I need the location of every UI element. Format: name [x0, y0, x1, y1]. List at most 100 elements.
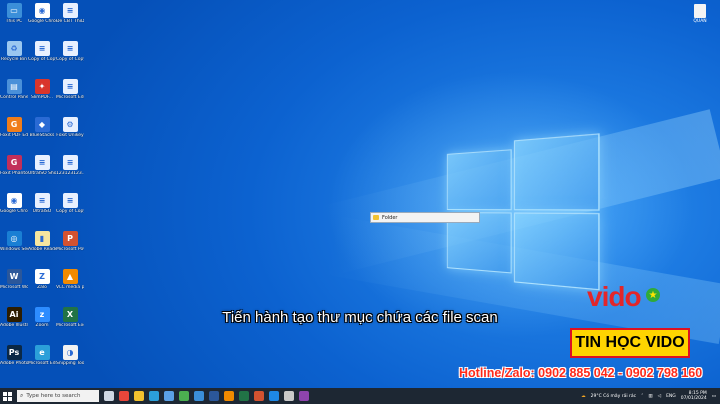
- chrome-taskbar-icon[interactable]: [119, 391, 129, 401]
- desktop-icon-label: Zalo: [37, 285, 47, 290]
- desktop-icon[interactable]: ≡Microsoft Edge...: [56, 79, 84, 109]
- folder-name-text: Folder: [382, 214, 398, 221]
- volume-icon[interactable]: ◁: [658, 394, 661, 399]
- desktop-icon[interactable]: eMicrosoft Edge: [28, 345, 56, 375]
- desktop-icon-quan[interactable]: QUAN: [688, 4, 712, 24]
- task-view-icon[interactable]: [104, 391, 114, 401]
- chrome-icon: ◉: [6, 193, 22, 208]
- desktop-icon-label: Microsoft Edge: [28, 361, 56, 366]
- desktop-icon[interactable]: PsAdobe Photoshop: [0, 345, 28, 375]
- foxit-icon: G: [6, 117, 22, 132]
- recycle-bin-icon: ♻: [6, 41, 22, 56]
- system-tray: ☁ 29°C Có mây rải rác ˄ ▥ ◁ ENG 8:15 PM …: [581, 388, 716, 404]
- desktop-icon-label: Foxit PhantomPDF: [0, 171, 28, 176]
- desktop-icon-label: Windows Security: [0, 247, 28, 252]
- edge-taskbar-icon-2[interactable]: [194, 391, 204, 401]
- taskbar-search-box[interactable]: ⌕ Type here to search: [17, 390, 99, 402]
- desktop-icon[interactable]: GFoxit PhantomPDF: [0, 155, 28, 185]
- desktop-icon[interactable]: ≡Copy of Copy of Ti...: [56, 193, 84, 223]
- desktop-icon[interactable]: ≡ 123123123...: [56, 155, 84, 185]
- security-icon: ◎: [6, 231, 22, 246]
- desktop-icon[interactable]: ▮Adobe Reader: [28, 231, 56, 261]
- document-icon: ≡: [62, 3, 78, 18]
- desktop-icon-label: Foxit Unikey: [56, 133, 84, 138]
- search-icon: ⌕: [20, 392, 24, 399]
- chevron-up-icon[interactable]: ˄: [641, 394, 643, 399]
- word-icon: W: [6, 269, 22, 284]
- desktop-icon-label: UltraISO Shortcut: [28, 171, 56, 176]
- desktop-icon[interactable]: ≡Copy of Copy of Ti...: [28, 41, 56, 71]
- weather-icon: ☁: [581, 393, 586, 399]
- chrome-taskbar-icon-2[interactable]: [179, 391, 189, 401]
- file-explorer-icon[interactable]: [134, 391, 144, 401]
- desktop-icon[interactable]: PMicrosoft PowerPoint: [56, 231, 84, 261]
- desktop-icon[interactable]: ▭ This PC: [2, 3, 26, 33]
- taskbar: ⌕ Type here to search ☁ 29°C Có mây rải …: [0, 388, 720, 404]
- desktop: ▭This PC◉Google Chrome≡Đề CBT ThiDL Nhân…: [0, 0, 720, 388]
- desktop-icon[interactable]: ⚙ Foxit Unikey: [56, 117, 84, 147]
- weather-text[interactable]: 29°C Có mây rải rác: [591, 394, 636, 399]
- powerpoint-taskbar-icon[interactable]: [254, 391, 264, 401]
- start-button[interactable]: [0, 388, 14, 404]
- desktop-icon-label: BlueStacks: [29, 133, 55, 138]
- store-icon[interactable]: [164, 391, 174, 401]
- document-icon: ≡: [34, 41, 50, 56]
- desktop-icon[interactable]: ▤ Control Panel: [0, 79, 28, 109]
- desktop-icon[interactable]: ◆ BlueStacks: [30, 117, 54, 147]
- desktop-icon-label: Microsoft PowerPoint: [56, 247, 84, 252]
- desktop-icon-label: Microsoft Word 2016: [0, 285, 28, 290]
- snipping-icon: ◑: [62, 345, 78, 360]
- document-icon: ≡: [62, 155, 78, 170]
- search-placeholder: Type here to search: [26, 393, 81, 399]
- document-icon: ≡: [62, 193, 78, 208]
- desktop-icon-label: This PC: [5, 19, 23, 24]
- desktop-icon[interactable]: ◉Google Chrome: [28, 3, 56, 33]
- desktop-icon[interactable]: ✦ SlimPDF...: [30, 79, 54, 109]
- desktop-icon-label: Adobe Photoshop: [0, 361, 28, 366]
- language-indicator[interactable]: ENG: [666, 394, 676, 399]
- desktop-icon[interactable]: ◑ Snipping Tool: [56, 345, 84, 375]
- desktop-icon-label: Copy of Copy of Ti...: [56, 209, 84, 214]
- desktop-icon-label: Google Chrome: [0, 209, 28, 214]
- desktop-icon[interactable]: ≡ UltraISO: [30, 193, 54, 223]
- desktop-icon[interactable]: ≡Đề CBT ThiDL Nhân: [56, 3, 84, 33]
- this-pc-icon: ▭: [6, 3, 22, 18]
- edge-taskbar-icon[interactable]: [149, 391, 159, 401]
- desktop-icon[interactable]: ◉Google Chrome: [0, 193, 28, 223]
- vlc-icon: ▲: [62, 269, 78, 284]
- vlc-taskbar-icon[interactable]: [224, 391, 234, 401]
- desktop-icon-label: Copy of Copy of Ti...: [56, 57, 84, 62]
- desktop-icon-label: SlimPDF...: [30, 95, 54, 100]
- desktop-icon[interactable]: GFoxit PDF Editor: [0, 117, 28, 147]
- desktop-icon-label: Foxit PDF Editor: [0, 133, 28, 138]
- powerpoint-icon: P: [62, 231, 78, 246]
- word-taskbar-icon[interactable]: [209, 391, 219, 401]
- notification-icon[interactable]: ▭: [712, 394, 716, 399]
- desktop-icon[interactable]: ≡UltraISO Shortcut: [28, 155, 56, 185]
- photoshop-icon: Ps: [6, 345, 22, 360]
- hotline-text: Hotline/Zalo: 0902 885 042 - 0902 798 16…: [459, 366, 703, 380]
- desktop-icon[interactable]: ◎Windows Security: [0, 231, 28, 261]
- document-icon: ≡: [34, 155, 50, 170]
- desktop-icon[interactable]: ▲VLC media player: [56, 269, 84, 299]
- desktop-icon[interactable]: ≡Copy of Copy of Ti...: [56, 41, 84, 71]
- pdf-app-icon: ✦: [34, 79, 50, 94]
- snipping-taskbar-icon[interactable]: [284, 391, 294, 401]
- clock[interactable]: 8:15 PM 07/01/2024: [681, 391, 707, 401]
- app-taskbar-icon[interactable]: [299, 391, 309, 401]
- desktop-icon[interactable]: WMicrosoft Word 2016: [0, 269, 28, 299]
- desktop-icon-label: Copy of Copy of Ti...: [28, 57, 56, 62]
- folder-icon: [373, 215, 379, 220]
- control-panel-icon: ▤: [6, 79, 22, 94]
- desktop-icon-label: Snipping Tool: [56, 361, 84, 366]
- network-icon[interactable]: ▥: [648, 394, 652, 399]
- zalo-taskbar-icon[interactable]: [269, 391, 279, 401]
- folder-rename-field[interactable]: Folder: [370, 212, 480, 223]
- reader-icon: ▮: [34, 231, 50, 246]
- desktop-icon-label: VLC media player: [56, 285, 84, 290]
- desktop-icon[interactable]: ♻ Recycle Bin: [1, 41, 27, 71]
- excel-taskbar-icon[interactable]: [239, 391, 249, 401]
- document-icon: [694, 4, 706, 18]
- desktop-icon-label: Google Chrome: [28, 19, 56, 24]
- desktop-icon[interactable]: Z Zalo: [30, 269, 54, 299]
